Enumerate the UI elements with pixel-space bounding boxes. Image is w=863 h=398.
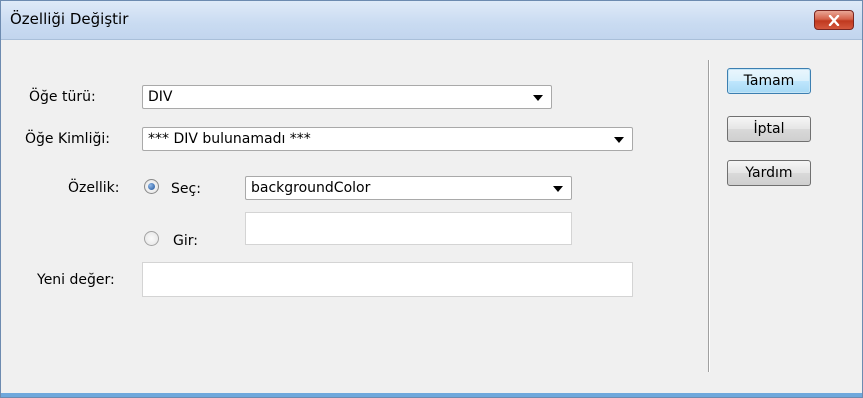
- new-value-input[interactable]: [142, 262, 633, 297]
- chevron-down-icon: [614, 137, 624, 143]
- radio-checked-dot: [148, 183, 155, 190]
- ok-button[interactable]: Tamam: [727, 68, 811, 94]
- property-select-value: backgroundColor: [251, 180, 371, 196]
- element-id-label: Öğe Kimliği:: [25, 131, 110, 147]
- cancel-button[interactable]: İptal: [727, 116, 811, 142]
- element-id-value: *** DIV bulunamadı ***: [148, 131, 311, 147]
- enter-radio-label: Gir:: [173, 233, 198, 249]
- chevron-down-icon: [553, 186, 563, 192]
- dialog-window: Özelliği Değiştir Öğe türü: DIV Öğe Kiml…: [0, 0, 863, 398]
- close-button[interactable]: [814, 10, 854, 30]
- property-label: Özellik:: [68, 180, 120, 196]
- element-id-select[interactable]: *** DIV bulunamadı ***: [142, 127, 633, 151]
- window-title: Özelliği Değiştir: [10, 10, 129, 28]
- chevron-down-icon: [533, 95, 543, 101]
- help-button[interactable]: Yardım: [727, 160, 811, 186]
- property-select[interactable]: backgroundColor: [245, 176, 572, 200]
- bottom-border: [1, 393, 862, 397]
- vertical-divider: [708, 60, 710, 372]
- new-value-label: Yeni değer:: [37, 272, 115, 288]
- title-bar[interactable]: Özelliği Değiştir: [1, 1, 862, 40]
- dialog-body: Öğe türü: DIV Öğe Kimliği: *** DIV bulun…: [1, 40, 862, 393]
- element-type-select[interactable]: DIV: [142, 85, 552, 109]
- property-enter-input[interactable]: [245, 212, 572, 245]
- close-x-icon: [828, 14, 840, 26]
- select-radio-button[interactable]: [144, 179, 159, 194]
- select-radio-label: Seç:: [171, 181, 201, 197]
- element-type-label: Öğe türü:: [29, 89, 96, 105]
- element-type-value: DIV: [148, 89, 173, 105]
- enter-radio-button[interactable]: [144, 231, 159, 246]
